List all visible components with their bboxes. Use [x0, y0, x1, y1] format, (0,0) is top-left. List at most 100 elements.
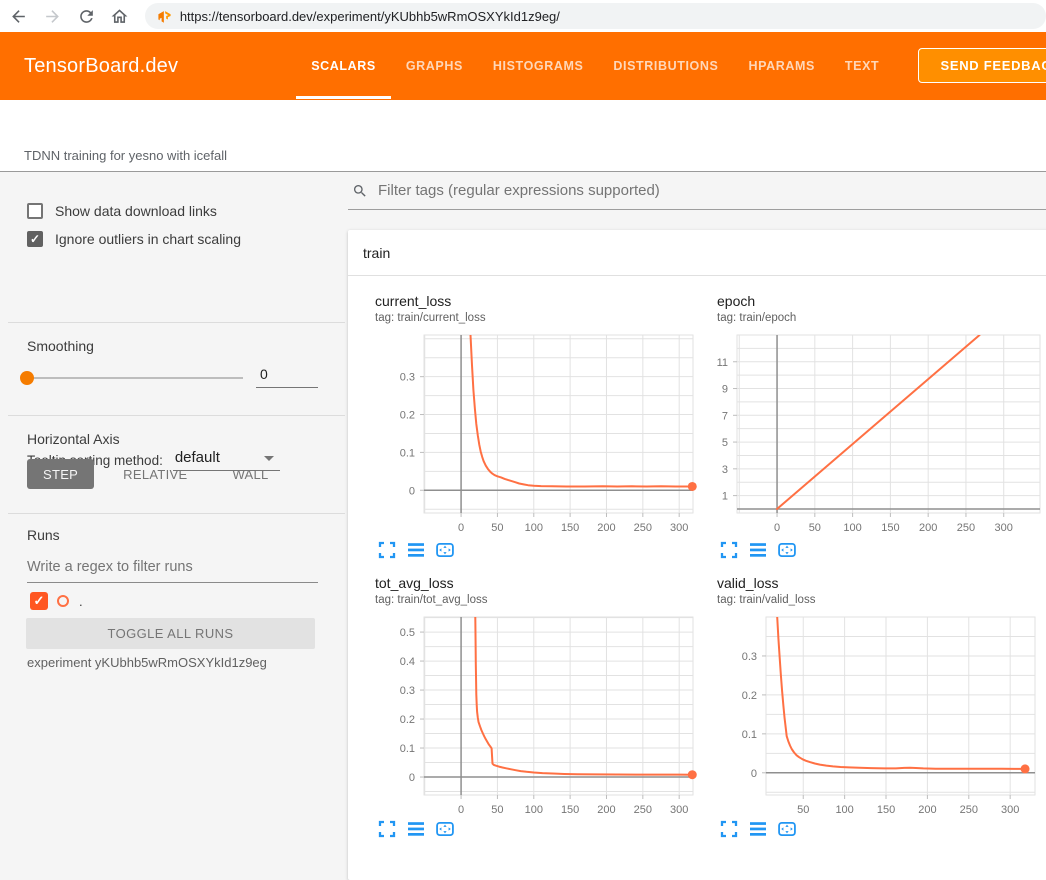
app-header: TensorBoard.dev SCALARS GRAPHS HISTOGRAM… [0, 32, 1046, 100]
horizontal-axis-label: Horizontal Axis [27, 431, 120, 447]
chart-card-tot-avg-loss: tot_avg_loss tag: train/tot_avg_loss 0 0.… [348, 570, 700, 825]
home-icon[interactable] [105, 3, 135, 29]
smoothing-slider[interactable] [27, 377, 243, 379]
svg-text:0: 0 [751, 768, 757, 780]
svg-text:0.1: 0.1 [742, 729, 757, 741]
chart-epoch-plot[interactable]: 1357911050100150200250300 [690, 330, 1046, 535]
svg-text:250: 250 [634, 522, 652, 534]
svg-text:300: 300 [995, 522, 1013, 534]
chart-title: current_loss [375, 293, 451, 309]
svg-text:150: 150 [881, 522, 899, 534]
svg-text:200: 200 [919, 522, 937, 534]
ignore-outliers-checkbox-row[interactable]: ✓ Ignore outliers in chart scaling [27, 231, 241, 247]
fit-domain-icon[interactable] [436, 820, 458, 838]
filter-tags-input[interactable]: Filter tags (regular expressions support… [348, 172, 1046, 210]
forward-icon[interactable] [38, 3, 68, 29]
send-feedback-button[interactable]: SEND FEEDBACK [918, 48, 1046, 83]
experiment-subtitle-band: TDNN training for yesno with icefall [0, 100, 1046, 172]
chart-valid-loss-plot[interactable]: 00.10.20.350100150200250300 [690, 610, 1046, 815]
chart-tag: tag: train/valid_loss [717, 594, 815, 606]
svg-text:200: 200 [918, 804, 936, 815]
fit-domain-icon[interactable] [778, 541, 800, 559]
train-section-header[interactable]: train [348, 230, 1046, 276]
svg-text:200: 200 [597, 522, 615, 534]
svg-text:100: 100 [843, 522, 861, 534]
axis-wall-button[interactable]: WALL [216, 459, 284, 489]
tab-hparams[interactable]: HPARAMS [733, 32, 829, 100]
data-table-icon[interactable] [749, 820, 771, 838]
chart-actions [720, 541, 807, 559]
tab-histograms[interactable]: HISTOGRAMS [478, 32, 599, 100]
svg-text:150: 150 [877, 804, 895, 815]
svg-text:11: 11 [717, 357, 728, 369]
train-section-title: train [363, 245, 390, 261]
svg-text:0: 0 [458, 522, 464, 534]
run-checkbox[interactable]: ✓ [30, 592, 48, 610]
data-table-icon[interactable] [749, 541, 771, 559]
svg-text:50: 50 [809, 522, 821, 534]
svg-text:0.1: 0.1 [400, 743, 415, 755]
svg-text:0.2: 0.2 [400, 714, 415, 726]
experiment-id-caption: experiment yKUbhb5wRmOSXYkId1z9eg [27, 655, 267, 670]
back-icon[interactable] [4, 3, 34, 29]
chart-tot-avg-loss-plot[interactable]: 00.10.20.30.40.5050100150200250300 [348, 610, 700, 815]
svg-text:250: 250 [634, 804, 652, 815]
axis-relative-button[interactable]: RELATIVE [107, 459, 203, 489]
svg-text:250: 250 [957, 522, 975, 534]
svg-text:50: 50 [797, 804, 809, 815]
axis-step-button[interactable]: STEP [27, 459, 94, 489]
data-table-icon[interactable] [407, 541, 429, 559]
address-bar[interactable]: https://tensorboard.dev/experiment/yKUbh… [145, 3, 1046, 29]
chart-actions [378, 820, 465, 838]
toggle-all-runs-button[interactable]: TOGGLE ALL RUNS [26, 618, 315, 649]
ignore-outliers-checkbox[interactable]: ✓ [27, 231, 43, 247]
svg-text:0.3: 0.3 [400, 372, 415, 384]
show-download-links-label: Show data download links [55, 203, 217, 219]
chart-current-loss-plot[interactable]: 00.10.20.3050100150200250300 [348, 330, 700, 535]
smoothing-value-field[interactable]: 0 [256, 366, 318, 388]
svg-text:0.3: 0.3 [400, 685, 415, 697]
url-text: https://tensorboard.dev/experiment/yKUbh… [180, 9, 560, 24]
svg-text:200: 200 [597, 804, 615, 815]
show-download-links-checkbox[interactable] [27, 203, 43, 219]
svg-text:0: 0 [458, 804, 464, 815]
run-list-item[interactable]: ✓ . [30, 592, 83, 610]
svg-text:0.3: 0.3 [742, 651, 757, 663]
svg-text:100: 100 [835, 804, 853, 815]
svg-text:300: 300 [670, 804, 688, 815]
horizontal-axis-buttons: STEP RELATIVE WALL [27, 459, 298, 489]
expand-chart-icon[interactable] [378, 541, 400, 559]
tab-text[interactable]: TEXT [830, 32, 894, 100]
expand-chart-icon[interactable] [720, 820, 742, 838]
svg-text:300: 300 [670, 522, 688, 534]
expand-chart-icon[interactable] [378, 820, 400, 838]
data-table-icon[interactable] [407, 820, 429, 838]
runs-filter-input[interactable]: Write a regex to filter runs [27, 559, 318, 583]
svg-text:0: 0 [774, 522, 780, 534]
chart-actions [720, 820, 807, 838]
filter-tags-placeholder: Filter tags (regular expressions support… [378, 182, 660, 199]
brand-logo[interactable]: TensorBoard.dev [24, 55, 178, 78]
fit-domain-icon[interactable] [436, 541, 458, 559]
chart-card-epoch: epoch tag: train/epoch 13579110501001502… [690, 288, 1046, 570]
svg-text:0.5: 0.5 [400, 627, 415, 639]
sidebar-divider [8, 415, 345, 416]
svg-text:5: 5 [722, 437, 728, 449]
tensorboard-dev-page: { "browser": { "url": "https://tensorboa… [0, 0, 1046, 825]
tab-graphs[interactable]: GRAPHS [391, 32, 478, 100]
show-download-links-checkbox-row[interactable]: Show data download links [27, 203, 217, 219]
smoothing-slider-thumb[interactable] [20, 371, 34, 385]
chart-title: tot_avg_loss [375, 575, 454, 591]
experiment-subtitle: TDNN training for yesno with icefall [24, 148, 227, 163]
svg-text:0.2: 0.2 [400, 410, 415, 422]
reload-icon[interactable] [71, 3, 101, 29]
tab-distributions[interactable]: DISTRIBUTIONS [598, 32, 733, 100]
run-name: . [79, 594, 83, 609]
expand-chart-icon[interactable] [720, 541, 742, 559]
runs-label: Runs [27, 527, 60, 543]
chart-tag: tag: train/epoch [717, 312, 796, 324]
chart-tag: tag: train/tot_avg_loss [375, 594, 488, 606]
fit-domain-icon[interactable] [778, 820, 800, 838]
svg-text:0: 0 [409, 772, 415, 784]
tab-scalars[interactable]: SCALARS [296, 32, 391, 100]
